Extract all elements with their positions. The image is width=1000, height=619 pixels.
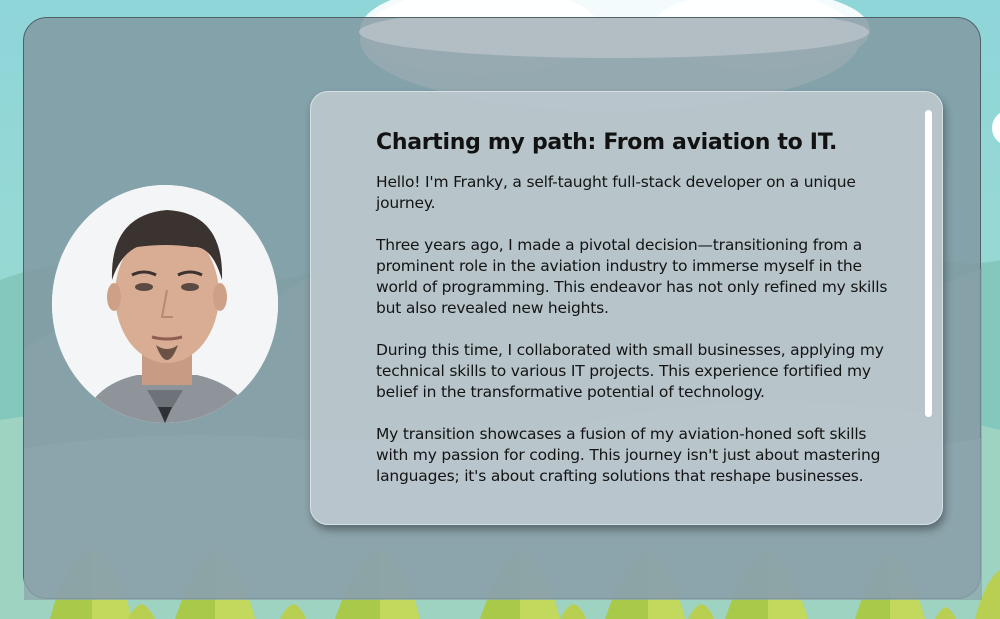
about-paragraph-transition: My transition showcases a fusion of my a… (376, 425, 881, 485)
about-paragraph-decision: Three years ago, I made a pivotal decisi… (376, 236, 888, 317)
about-title: Charting my path: From aviation to IT. (376, 130, 838, 155)
about-paragraph-intro: Hello! I'm Franky, a self-taught full-st… (376, 173, 856, 212)
about-content: Charting my path: From aviation to IT. H… (376, 92, 896, 487)
about-paragraph-collaboration: During this time, I collaborated with sm… (376, 341, 884, 401)
person-portrait-image (52, 185, 278, 423)
profile-photo (52, 185, 278, 423)
about-card: Charting my path: From aviation to IT. H… (310, 91, 943, 525)
card-scrollbar[interactable] (925, 110, 932, 417)
